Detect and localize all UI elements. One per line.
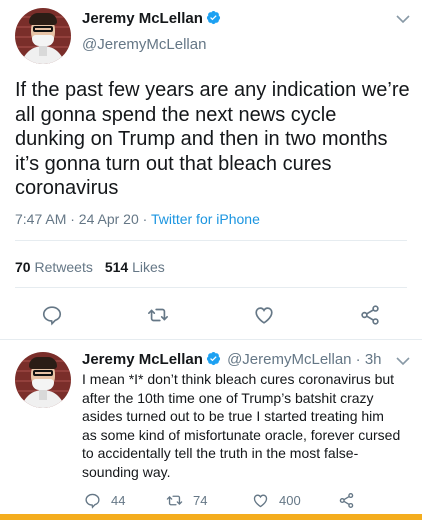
author-avatar[interactable] (15, 8, 71, 64)
likes-label: Likes (132, 259, 165, 275)
retweets-label: Retweets (34, 259, 93, 275)
author-name-text: Jeremy McLellan (82, 10, 203, 27)
reply-handle-time[interactable]: @JeremyMcLellan · 3h (227, 351, 381, 368)
author-handle[interactable]: @JeremyMcLellan (82, 36, 206, 53)
likes-count: 514 (104, 259, 129, 275)
divider (0, 339, 422, 340)
reply-author-avatar[interactable] (15, 352, 71, 408)
heart-icon (253, 494, 268, 507)
divider (15, 240, 407, 241)
bottom-accent-bar (0, 514, 422, 520)
chevron-down-icon[interactable] (396, 14, 410, 24)
divider (15, 287, 407, 288)
reply-icon (85, 493, 100, 509)
reply-retweet-button[interactable]: 74 (166, 491, 207, 509)
share-button[interactable] (358, 303, 382, 327)
reply-like-button[interactable]: 400 (252, 491, 301, 509)
heart-icon (255, 307, 273, 324)
verified-badge-icon (206, 10, 220, 25)
tweet-stats: 70 Retweets 514 Likes (15, 259, 165, 275)
reply-share-button[interactable] (338, 491, 365, 509)
likes-stat[interactable]: 514 Likes (105, 259, 165, 275)
verified-badge-icon (206, 351, 220, 366)
retweets-count: 70 (15, 259, 31, 275)
like-count: 400 (279, 492, 301, 508)
reply-button[interactable] (40, 303, 64, 327)
retweet-icon (166, 495, 183, 505)
tweet-timestamp[interactable]: 7:47 AM · 24 Apr 20 · (15, 211, 151, 227)
reply-reply-button[interactable]: 44 (84, 491, 125, 509)
reply-author-name[interactable]: Jeremy McLellan (82, 351, 203, 368)
reply-count: 44 (111, 492, 126, 508)
retweets-stat[interactable]: 70 Retweets (15, 259, 93, 275)
reply-icon (42, 306, 62, 326)
tweet-text: If the past few years are any indication… (15, 79, 410, 199)
retweet-count: 74 (193, 492, 208, 508)
retweet-button[interactable] (146, 303, 170, 327)
tweet-meta: 7:47 AM · 24 Apr 20 · Twitter for iPhone (15, 211, 260, 227)
retweet-icon (148, 308, 168, 322)
share-icon (361, 305, 379, 325)
tweet-source[interactable]: Twitter for iPhone (151, 211, 260, 227)
reply-tweet-text: I mean *I* don’t think bleach cures coro… (82, 371, 401, 480)
like-button[interactable] (252, 303, 276, 327)
reply-author-line: Jeremy McLellan @JeremyMcLellan · 3h (82, 351, 382, 368)
author-name[interactable]: Jeremy McLellan (82, 10, 221, 27)
chevron-down-icon[interactable] (396, 356, 410, 366)
share-icon (339, 492, 354, 508)
